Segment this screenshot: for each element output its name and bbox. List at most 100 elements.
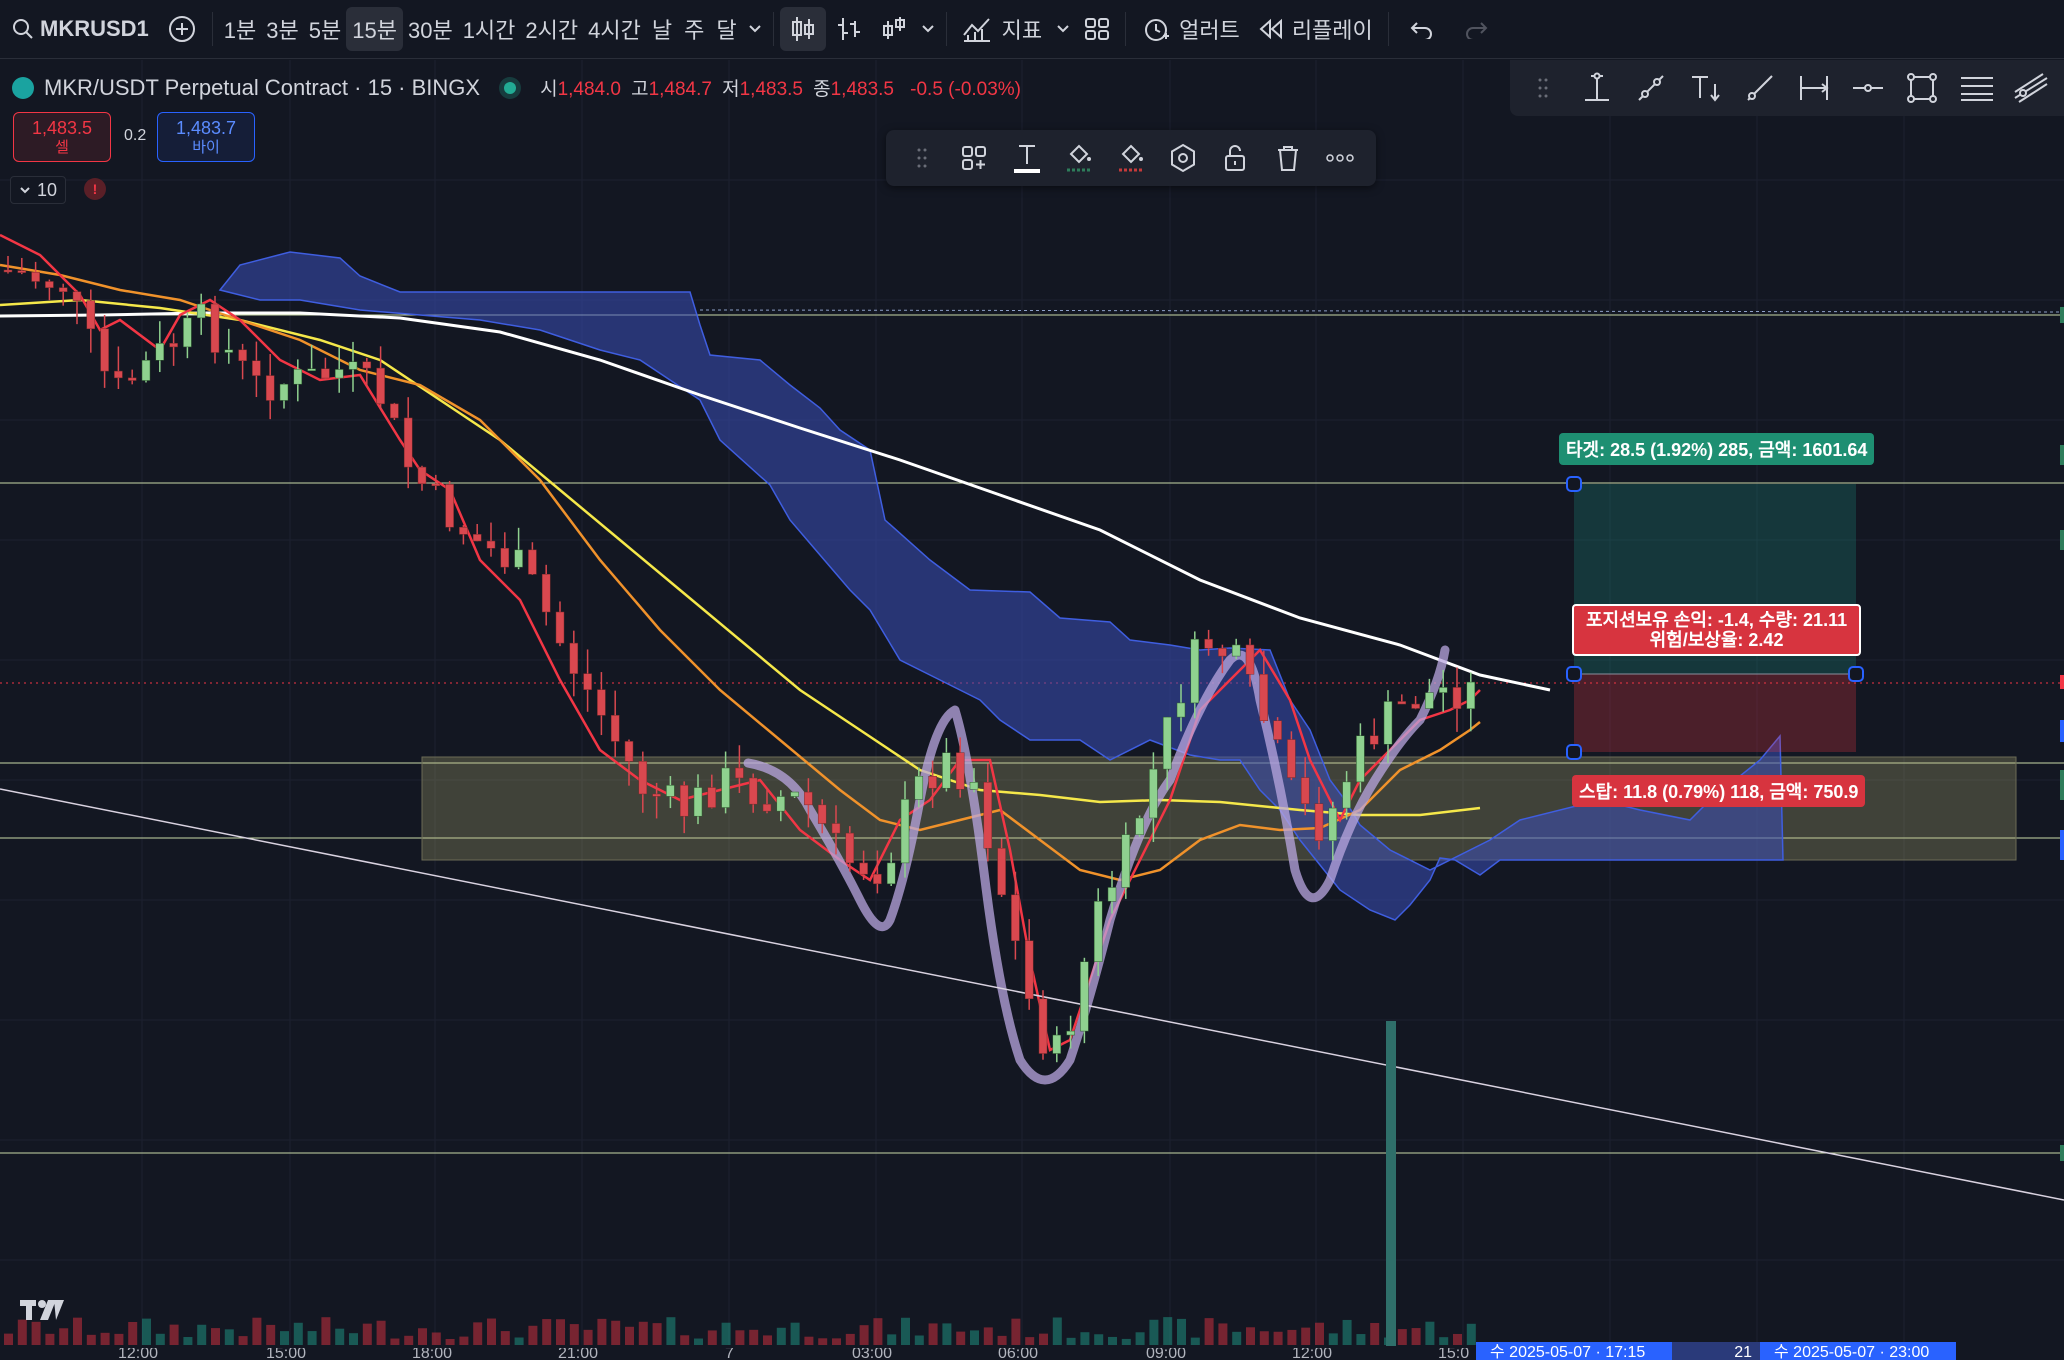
close-value: 1,483.5 [830,79,895,100]
line-color-button[interactable] [1059,138,1099,178]
drag-handle[interactable] [1521,66,1565,110]
interval-dropdown[interactable] [743,7,767,51]
delete-button[interactable] [1268,138,1308,178]
interval-2h[interactable]: 2시간 [520,7,583,51]
volume-bar [155,1333,165,1345]
time-range-middle: 21 [1672,1342,1760,1360]
dotted-level-line[interactable] [699,309,2064,313]
fib-channel-tool-button[interactable] [2009,66,2053,110]
time-range-start-tag[interactable]: 수 2025-05-07 · 17:15 [1476,1342,1672,1360]
candle-body [31,271,40,282]
drag-handle[interactable] [902,138,942,178]
position-pnl-label[interactable]: 포지션보유 손익: -1.4, 수량: 21.11 위험/보상율: 2.42 [1572,604,1862,656]
candle-body [127,377,137,381]
bars-chart-type-button[interactable] [826,7,872,51]
rectangle-tool-button[interactable] [1900,66,1944,110]
target-label[interactable]: 타겟: 28.5 (1.92%) 285, 금액: 1601.64 [1559,433,1875,465]
volume-bar [183,1337,193,1345]
candle-body [914,775,924,800]
candles-chart-type-button[interactable] [779,7,826,51]
chevron-down-icon [1057,25,1069,33]
chart-canvas[interactable] [0,60,2064,1360]
volume-bar [142,1318,151,1345]
candle-body [17,270,27,273]
horizontal-ray-tool-button[interactable] [1846,66,1890,110]
candle-body [1093,901,1103,962]
search-icon [13,19,33,39]
volume-bar [321,1317,331,1345]
text-tool-button[interactable] [1684,66,1728,110]
indicators-dropdown[interactable] [1051,7,1075,51]
interval-month[interactable]: 달 [710,7,742,51]
interval-4h[interactable]: 4시간 [583,7,646,51]
alert-button[interactable]: 얼러트 [1132,7,1249,51]
undo-button[interactable] [1395,7,1449,51]
layouts-button[interactable] [1075,7,1119,51]
volume-bar [873,1318,883,1345]
open-label: 시 [540,79,558,100]
fill-color-button[interactable] [1111,138,1151,178]
candle-body [100,328,109,372]
entry-handle[interactable] [1566,666,1582,682]
volume-bar [1356,1334,1366,1345]
candlestick-icon [791,17,814,41]
candle-body [1328,807,1338,841]
parallel-channel-tool-button[interactable] [1955,66,1999,110]
settings-button[interactable] [1163,138,1203,178]
candle-body [955,752,965,790]
volume-bar [1301,1327,1311,1345]
ray-tool-button[interactable] [1738,66,1782,110]
volume-bar [4,1333,13,1345]
candle-body [942,752,951,789]
volume-bar [1190,1337,1200,1345]
right-handle[interactable] [1848,666,1864,682]
volume-bar [983,1327,993,1345]
interval-1m[interactable]: 1분 [219,7,261,51]
templates-button[interactable] [954,138,994,178]
compare-symbol-button[interactable] [158,7,206,51]
interval-week[interactable]: 주 [678,7,710,51]
interval-3m[interactable]: 3분 [261,7,303,51]
long-position-tool-button[interactable] [1575,66,1619,110]
buy-button[interactable]: 1,483.7 바이 [157,112,255,162]
exchange-icon [12,76,34,99]
hollow-candles-button[interactable] [872,7,916,51]
price-chart[interactable] [0,60,2064,1360]
indicators-button[interactable]: 지표 [953,7,1051,51]
stop-handle[interactable] [1566,744,1582,760]
candle-body [1466,681,1476,709]
time-tick: 12:00 [118,1348,159,1360]
more-button[interactable] [1320,138,1360,178]
volume-bar [928,1323,938,1345]
tradingview-logo[interactable] [20,1296,66,1330]
volume-bar [611,1320,621,1345]
indicators-collapse-button[interactable]: 10 [10,176,67,204]
sell-button[interactable]: 1,483.5 셀 [13,112,111,162]
date-range-tool-button[interactable] [1792,66,1836,110]
candle-body [58,287,68,292]
volume-bar [459,1336,469,1345]
interval-5m[interactable]: 5분 [304,7,346,51]
volume-bar [638,1321,648,1345]
chart-type-dropdown[interactable] [916,7,940,51]
interval-15m[interactable]: 15분 [346,7,403,51]
interval-30m[interactable]: 30분 [403,7,458,51]
high-value: 1,484.7 [648,79,712,100]
replay-button[interactable]: 리플레이 [1249,7,1382,51]
interval-day[interactable]: 날 [646,7,678,51]
candle-body [114,370,123,379]
redo-button[interactable] [1449,7,1503,51]
trend-line-tool-button[interactable] [1629,66,1673,110]
chart-title[interactable]: MKR/USDT Perpetual Contract · 15 · BINGX [44,75,480,101]
candle-body [1204,638,1213,649]
text-icon [1013,145,1040,173]
time-range-end-tag[interactable]: 수 2025-05-07 · 23:00 [1760,1342,1956,1360]
symbol-search[interactable]: MKRUSD1 [0,7,158,51]
text-color-button[interactable] [1007,138,1047,178]
target-handle[interactable] [1566,476,1582,492]
interval-1h[interactable]: 1시간 [458,7,521,51]
volume-bar [445,1338,455,1345]
stop-label[interactable]: 스탑: 11.8 (0.79%) 118, 금액: 750.9 [1572,775,1866,807]
warning-icon[interactable]: ! [84,178,106,200]
lock-button[interactable] [1215,138,1255,178]
